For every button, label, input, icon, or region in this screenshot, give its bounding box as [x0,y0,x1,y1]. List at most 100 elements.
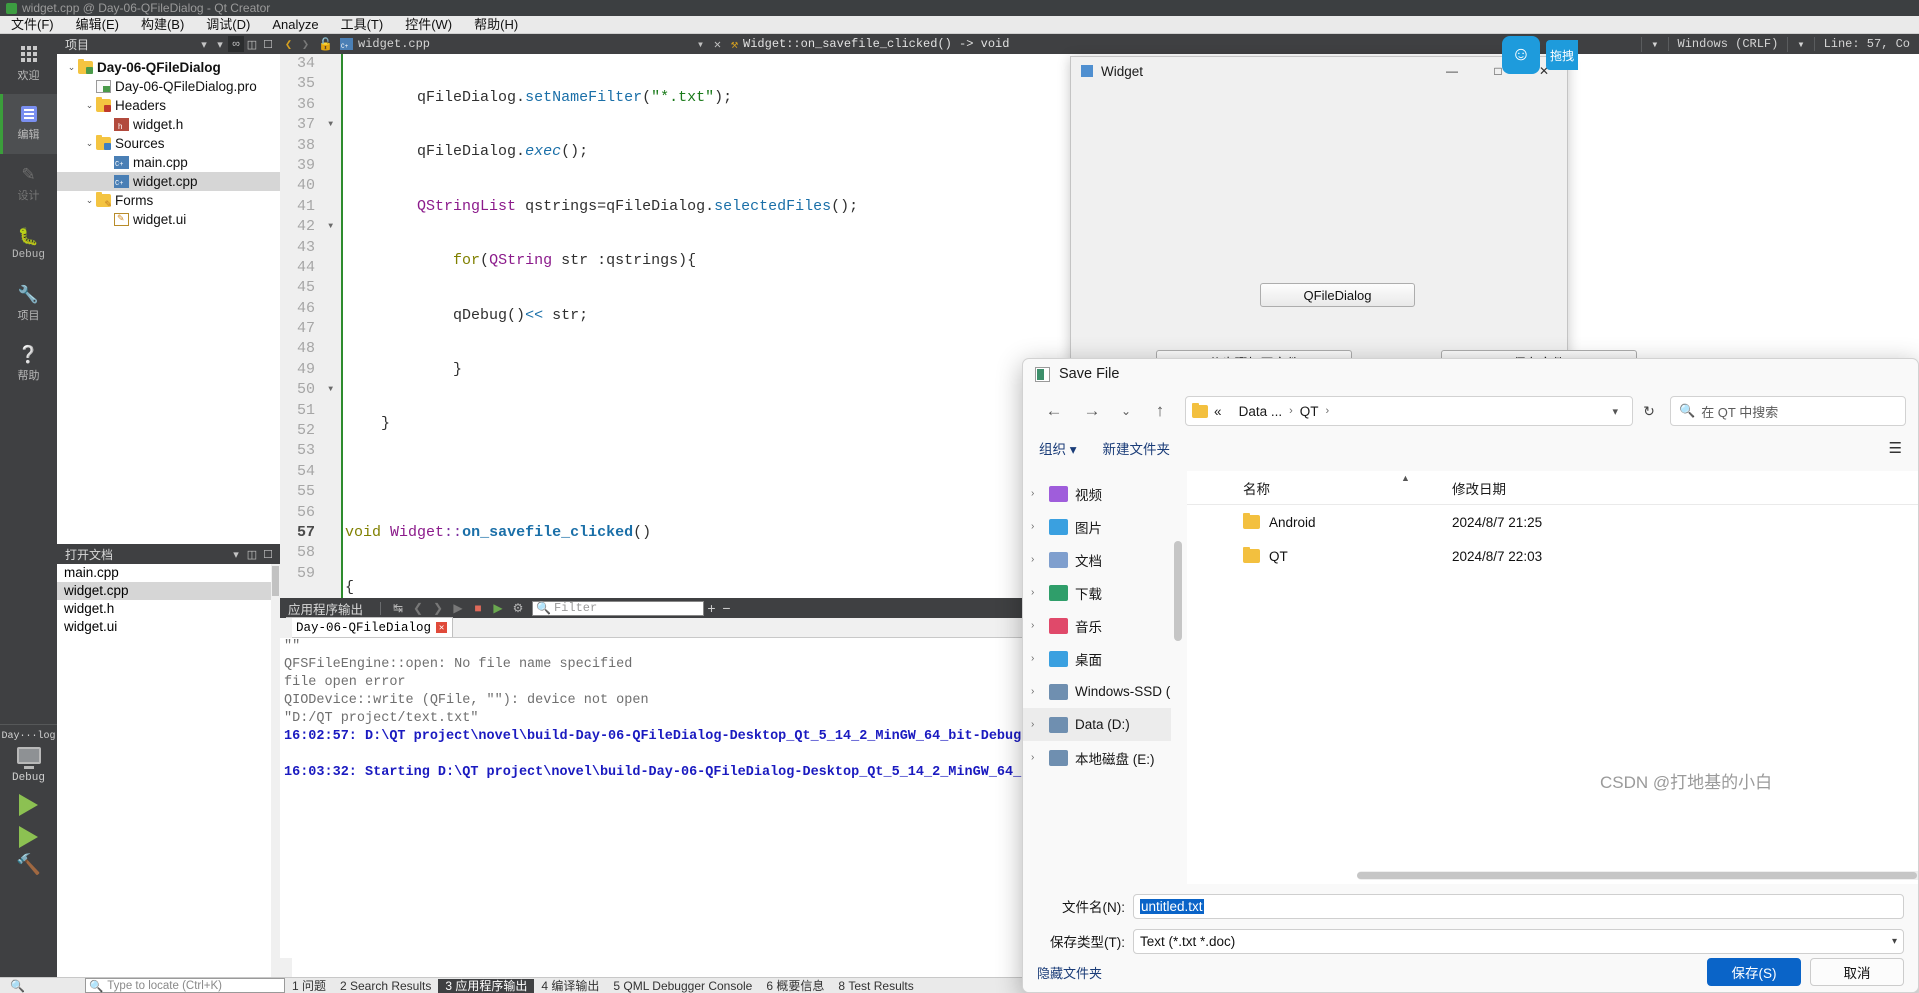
build-button[interactable]: 🔨 [0,852,57,877]
breadcrumb-part-0[interactable]: Data ... [1239,404,1283,419]
chevron-down-icon[interactable]: ⌄ [83,138,96,149]
hide-folders-button[interactable]: 隐藏文件夹 [1037,963,1102,982]
gutter-line[interactable]: 44 [280,258,341,278]
sidebar-item-2[interactable]: › 文档 [1023,543,1171,576]
gutter-line[interactable]: 37 ▼ [280,115,341,135]
menu-item-0[interactable]: 文件(F) [0,16,65,34]
sidebar-item-1[interactable]: › 图片 [1023,510,1171,543]
fold-marker-icon[interactable]: ▼ [328,115,333,135]
filetype-select[interactable]: Text (*.txt *.doc) ▾ [1133,928,1904,954]
save-dialog-footer[interactable]: 隐藏文件夹 保存(S) 取消 [1023,952,1918,992]
zoom-in-icon[interactable]: + [704,600,719,616]
chevron-right-icon[interactable]: › [1031,686,1049,697]
menu-item-2[interactable]: 构建(B) [130,16,195,34]
locator-input[interactable]: 🔍 Type to locate (Ctrl+K) [84,978,285,993]
chevron-right-icon[interactable]: › [1031,554,1049,565]
up-icon[interactable]: ↑ [1141,396,1179,426]
tree-node[interactable]: ⌄ Sources [57,134,280,153]
open-documents-scrollbar[interactable] [271,564,280,993]
run-button[interactable] [19,794,38,816]
menubar[interactable]: 文件(F) 编辑(E) 构建(B) 调试(D) Analyze 工具(T) 控件(W) 帮助(… [0,16,1919,34]
kit-selector[interactable]: Day···log Debug [0,725,57,784]
output-pane-selector[interactable]: 1 问题 2 Search Results 3 应用程序输出 4 编译输出 5 QML … [285,978,921,993]
gutter-line[interactable]: 45 [280,278,341,298]
chevron-right-icon[interactable]: › [1031,752,1049,763]
save-dialog-sidebar[interactable]: › 视频 › 图片 › 文档 › 下载 › 音乐 › 桌面 › Windows-SSD (› Data (D… [1023,471,1171,884]
open-documents-list[interactable]: main.cpp widget.cpp widget.h widget.ui [57,564,280,636]
search-input[interactable]: 🔍 在 QT 中搜索 [1670,396,1906,426]
gutter-line[interactable]: 41 [280,197,341,217]
run-icon[interactable]: ▶ [448,601,468,615]
file-list-hscrollbar[interactable] [1357,871,1918,880]
file-row[interactable]: Android 2024/8/7 21:25 [1187,505,1918,539]
tree-node[interactable]: ⌄ Day-06-QFileDialog [57,58,280,77]
minimize-button[interactable]: — [1429,57,1475,85]
editor-gutter[interactable]: 34 35 36 37 ▼ 38 39 40 41 42 ▼ 43 44 45 46 47 48 49 50 ▼ 51 5… [280,54,343,598]
recent-locations-icon[interactable]: ⌄ [1111,396,1141,426]
open-document-item[interactable]: widget.ui [57,618,280,636]
sidebar-item-5[interactable]: › 桌面 [1023,642,1171,675]
output-tab[interactable]: Day-06-QFileDialog ✕ [286,617,454,637]
cancel-button[interactable]: 取消 [1810,958,1904,986]
gutter-line[interactable]: 46 [280,299,341,319]
close-icon[interactable]: ✕ [436,622,448,633]
file-row[interactable]: QT 2024/8/7 22:03 [1187,539,1918,573]
chevron-right-icon[interactable]: › [1031,587,1049,598]
sidebar-item-4[interactable]: › 音乐 [1023,609,1171,642]
organize-button[interactable]: 组织 ▾ [1039,438,1077,458]
tree-node[interactable]: widget.ui [57,210,280,229]
mode-rail[interactable]: 欢迎 编辑 ✎ 设计 🐛 Debug 🔧 项目 ❔ 帮助 Day···log D… [0,34,57,993]
gutter-line[interactable]: 55 [280,482,341,502]
tree-node[interactable]: widget.cpp [57,172,280,191]
chevron-down-icon[interactable]: ▾ [692,37,709,52]
rail-item-design[interactable]: ✎ 设计 [0,154,57,214]
view-options-icon[interactable]: ☰ [1889,439,1902,457]
file-rows[interactable]: Android 2024/8/7 21:25 QT 2024/8/7 22:03 [1187,505,1918,573]
gutter-line[interactable]: 58 [280,543,341,563]
gutter-line[interactable]: 48 [280,339,341,359]
chevron-right-icon[interactable]: › [1031,719,1049,730]
gutter-line[interactable]: 39 [280,156,341,176]
breadcrumb-part-1[interactable]: QT [1300,404,1319,419]
chevron-down-icon[interactable]: ⌄ [83,100,96,111]
rail-item-debug[interactable]: 🐛 Debug [0,214,57,274]
prev-item-icon[interactable]: ❮ [408,601,428,615]
back-icon[interactable]: ← [1035,396,1073,426]
rail-item-welcome[interactable]: 欢迎 [0,34,57,94]
gutter-line[interactable]: 34 [280,54,341,74]
wordwrap-icon[interactable]: ↹ [388,601,408,615]
gutter-line[interactable]: 43 [280,238,341,258]
sidebar-item-3[interactable]: › 下载 [1023,576,1171,609]
chevron-right-icon[interactable]: › [1031,488,1049,499]
filename-input[interactable]: untitled.txt [1133,893,1904,919]
sidebar-item-0[interactable]: › 视频 [1023,477,1171,510]
status-output-tab-5[interactable]: 6 概要信息 [759,979,831,993]
zoom-out-icon[interactable]: − [719,600,734,616]
tree-node[interactable]: Day-06-QFileDialog.pro [57,77,280,96]
sidebar-scrollbar[interactable] [1171,471,1187,884]
stop-icon[interactable]: ■ [468,601,488,615]
gutter-line[interactable]: 57 [280,523,341,543]
save-button[interactable]: 保存(S) [1707,958,1801,986]
menu-item-3[interactable]: 调试(D) [195,16,261,34]
open-document-item[interactable]: widget.h [57,600,280,618]
close-panel-icon[interactable]: ☐ [260,548,276,561]
gutter-line[interactable]: 47 [280,319,341,339]
tree-node[interactable]: main.cpp [57,153,280,172]
sidebar-item-7[interactable]: › Data (D:) [1023,708,1171,741]
status-output-tab-3[interactable]: 4 编译输出 [534,979,606,993]
line-ending-label[interactable]: Windows (CRLF) [1667,37,1788,51]
chevron-down-icon[interactable]: ▾ [1787,36,1813,52]
forward-icon[interactable]: → [1073,396,1111,426]
gutter-line[interactable]: 51 [280,401,341,421]
debug-button[interactable] [19,826,38,848]
file-list[interactable]: ▲ 名称 修改日期 Android 2024/8/7 21:25 QT 2024/8/… [1187,471,1918,884]
scrollbar-thumb[interactable] [1357,872,1917,879]
save-dialog-navbar[interactable]: ← → ⌄ ↑ « Data ... › QT › ▾ ↻ 🔍 在 QT 中搜索 [1023,389,1918,433]
widget-app-window[interactable]: Widget — □ ✕ QFileDialog 分步骤打开文件 保存文件 [1070,56,1637,375]
next-item-icon[interactable]: ❯ [428,601,448,615]
menu-item-5[interactable]: 工具(T) [330,16,395,34]
chevron-down-icon[interactable]: ▾ [1604,405,1626,418]
chevron-right-icon[interactable]: › [1031,620,1049,631]
editor-symbol-label[interactable]: Widget::on_savefile_clicked() -> void [743,37,1009,51]
